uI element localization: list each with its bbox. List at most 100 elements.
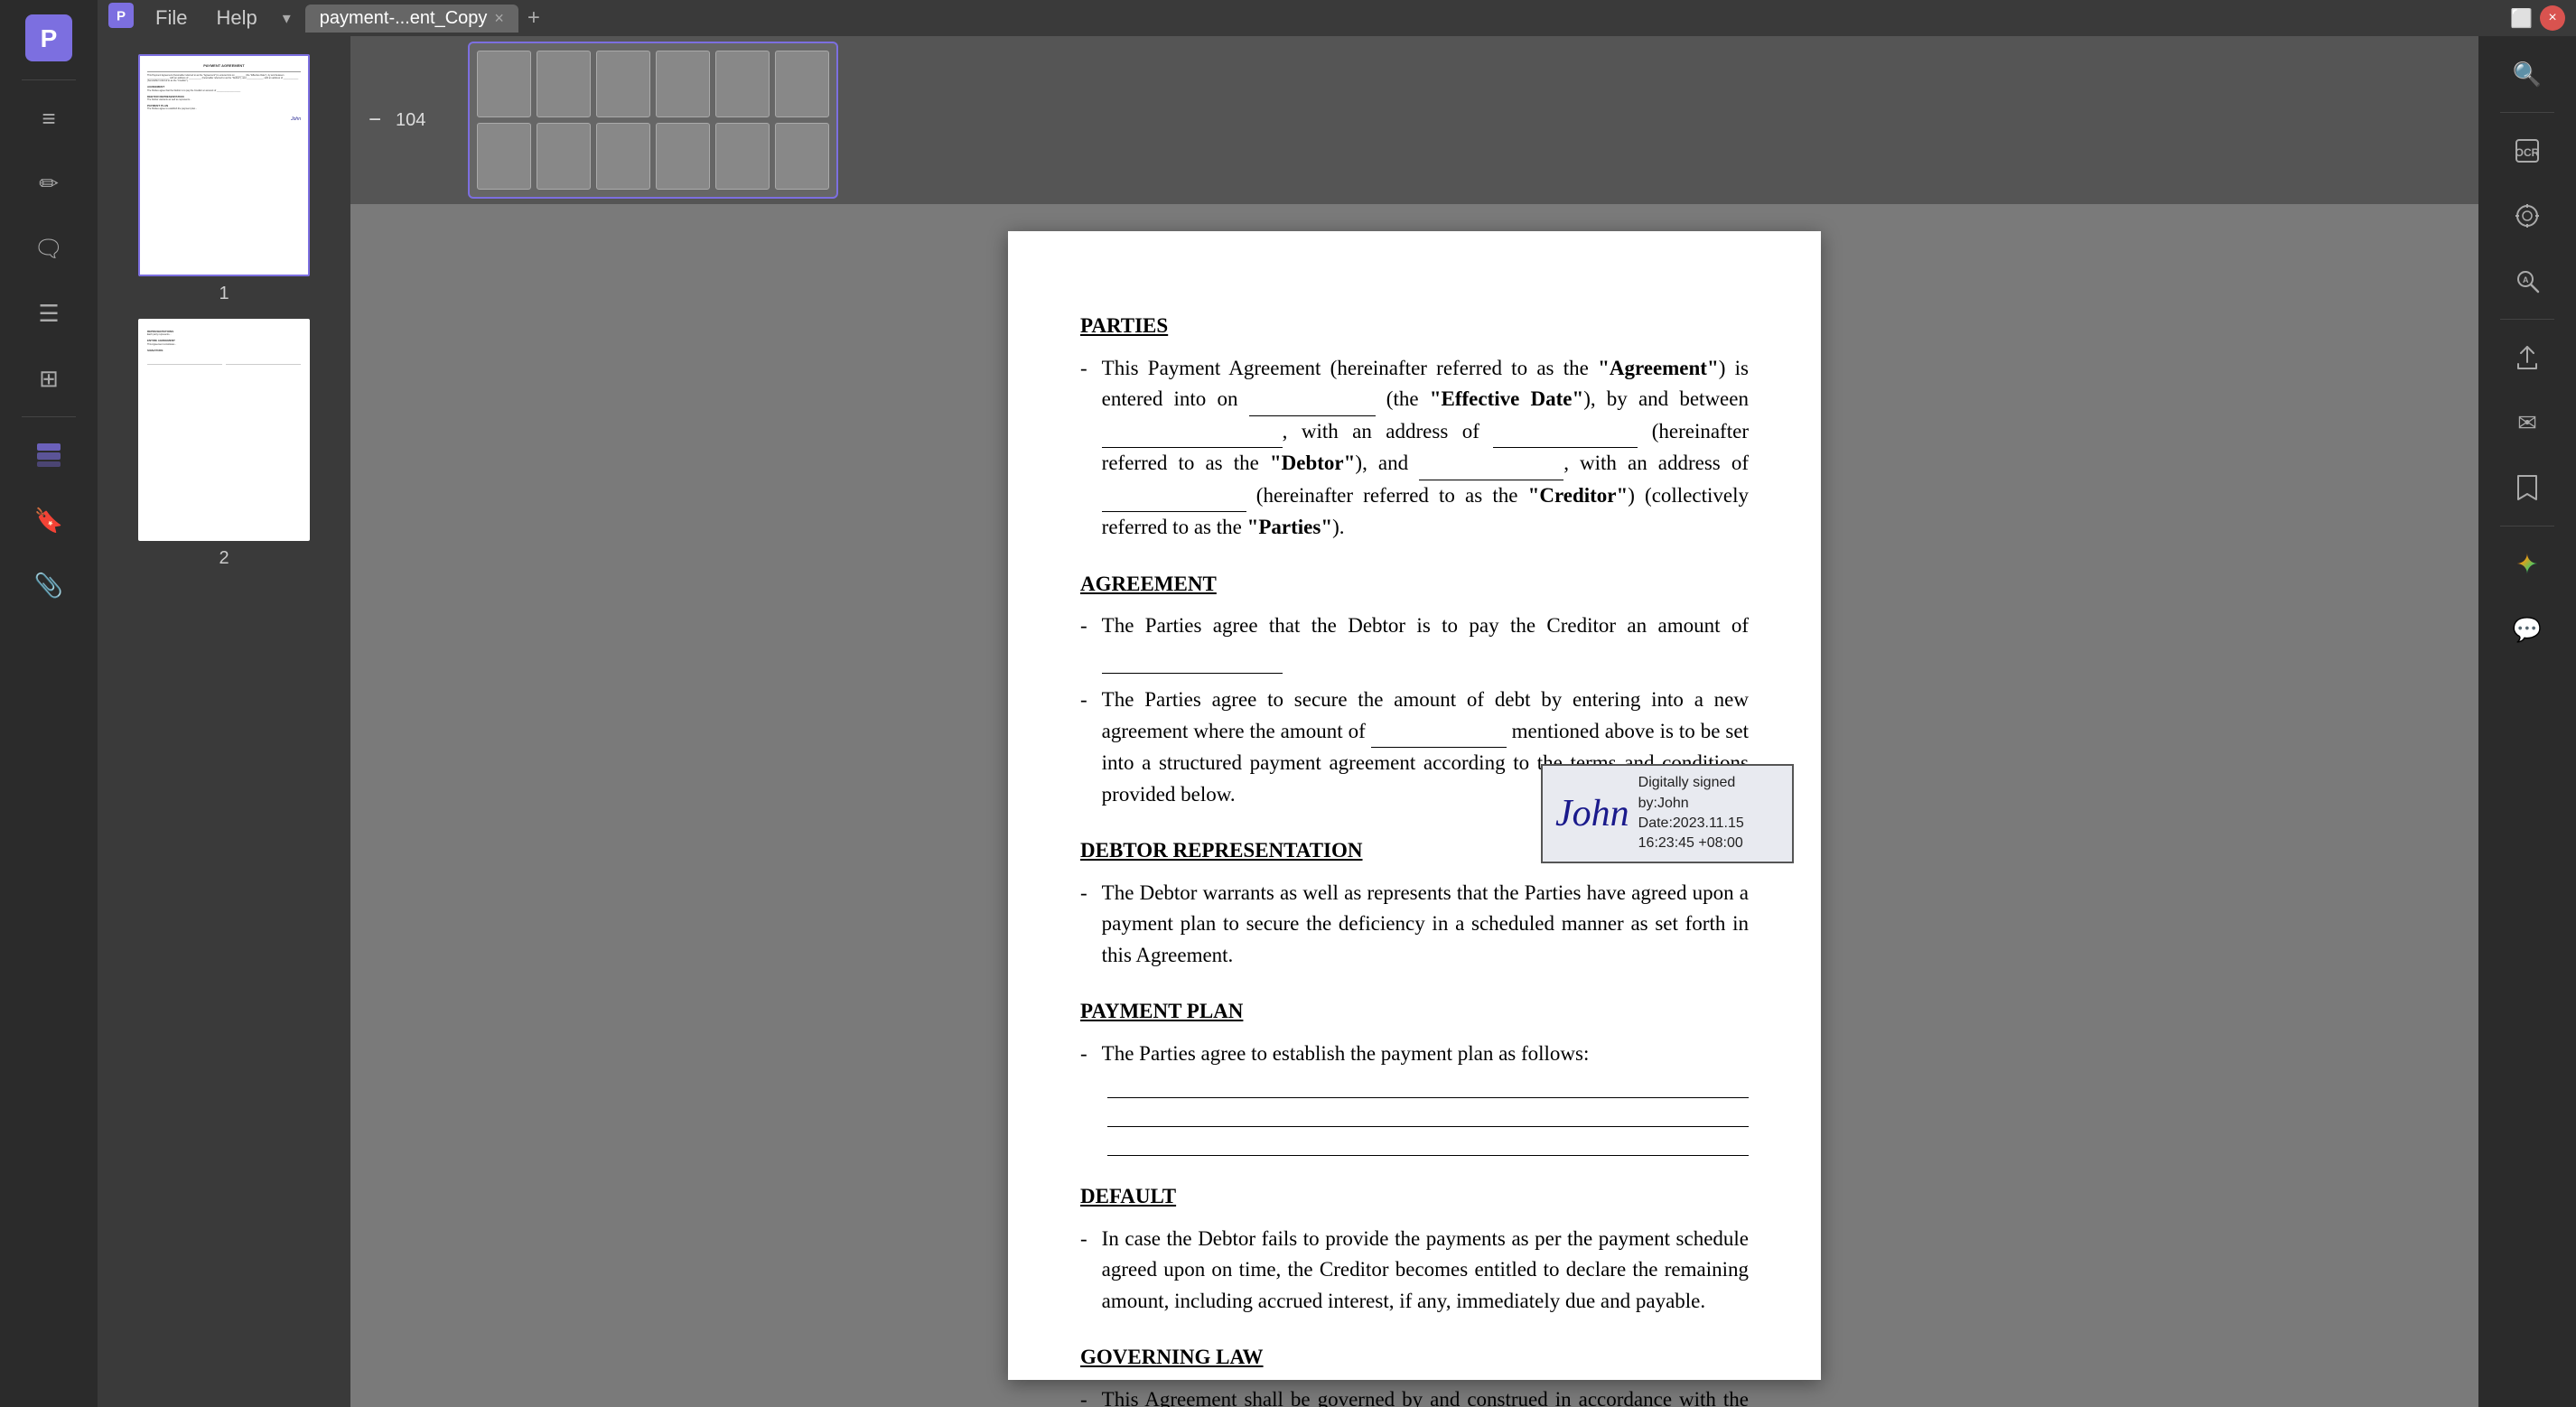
window-controls: ⬜ × [2510, 5, 2565, 31]
amount-blank [1102, 642, 1283, 675]
sig-time: 16:23:45 +08:00 [1638, 834, 1779, 853]
payment-line-2 [1107, 1109, 1749, 1127]
save-bookmark-icon[interactable] [2497, 457, 2558, 518]
creditor-name-blank [1419, 448, 1563, 480]
pages-icon[interactable]: ≡ [18, 88, 79, 149]
agreement-bold: "Agreement" [1598, 357, 1719, 379]
governing-law-p1: - This Agreement shall be governed by an… [1080, 1384, 1749, 1407]
debtor-bold: "Debtor" [1270, 452, 1356, 474]
parties-bold: "Parties" [1247, 516, 1333, 538]
paperclip-icon[interactable]: 📎 [18, 554, 79, 616]
zoom-out-button[interactable]: − [365, 104, 385, 136]
thumbnail-label-1: 1 [219, 284, 229, 304]
debtor-rep-p1: - The Debtor warrants as well as represe… [1080, 878, 1749, 972]
img-cell-2[interactable] [477, 123, 531, 190]
thumbnail-page-1[interactable]: PAYMENT AGREEMENT This Payment Agreement… [138, 54, 310, 304]
debt-amount-blank [1371, 716, 1507, 749]
layers-icon[interactable] [18, 424, 79, 486]
help-menu[interactable]: Help [205, 3, 267, 33]
img-cell-4[interactable] [537, 123, 591, 190]
img-cell-9[interactable] [715, 51, 770, 117]
effective-date-blank [1249, 384, 1376, 416]
payment-line-1 [1107, 1080, 1749, 1098]
file-menu[interactable]: File [145, 3, 198, 33]
document-viewer: − 104 [350, 36, 2478, 1407]
left-sidebar: P ≡ ✏ 🗨 ☰ ⊞ 🔖 📎 [0, 0, 98, 1407]
sig-signed-by: Digitally signed by:John [1638, 773, 1779, 814]
parties-paragraph: - This Payment Agreement (hereinafter re… [1080, 353, 1749, 544]
active-tab[interactable]: payment-...ent_Copy × [305, 5, 518, 33]
thumbnail-label-2: 2 [219, 548, 229, 569]
signature-name: John [1555, 786, 1629, 843]
right-sidebar-divider-2 [2500, 319, 2554, 320]
debtor-address-blank [1493, 416, 1638, 449]
svg-text:OCR: OCR [2515, 146, 2540, 159]
img-cell-11[interactable] [775, 51, 829, 117]
find-replace-icon[interactable]: A [2497, 250, 2558, 312]
document-page-container: PARTIES - This Payment Agreement (herein… [350, 204, 2478, 1407]
scan-icon[interactable] [2497, 185, 2558, 247]
tab-dropdown-arrow[interactable]: ▾ [283, 9, 291, 28]
window-close-button[interactable]: × [2540, 5, 2565, 31]
payment-line-3 [1107, 1138, 1749, 1156]
speech-bubble-icon[interactable]: 💬 [2497, 599, 2558, 660]
image-selector-grid[interactable] [468, 42, 838, 199]
img-cell-8[interactable] [656, 123, 710, 190]
email-icon[interactable]: ✉ [2497, 392, 2558, 453]
creditor-address-blank [1102, 480, 1246, 513]
tab-label: payment-...ent_Copy [320, 8, 488, 29]
thumbnail-image-1: PAYMENT AGREEMENT This Payment Agreement… [138, 54, 310, 276]
default-heading: DEFAULT [1080, 1181, 1749, 1213]
colorful-apps-icon[interactable]: ✦ [2497, 534, 2558, 595]
debtor-name-blank [1102, 416, 1283, 449]
share-upload-icon[interactable] [2497, 327, 2558, 388]
document-toolbar: − 104 [350, 36, 2478, 204]
svg-text:P: P [41, 24, 58, 52]
app-logo: P [18, 7, 79, 69]
img-cell-1[interactable] [477, 51, 531, 117]
img-cell-5[interactable] [596, 51, 650, 117]
img-cell-10[interactable] [715, 123, 770, 190]
sidebar-divider-mid [22, 416, 76, 417]
comment-bubble-icon[interactable]: 🗨 [18, 218, 79, 279]
main-area: PAYMENT AGREEMENT This Payment Agreement… [98, 36, 2576, 1407]
grid-view-icon[interactable]: ⊞ [18, 348, 79, 409]
default-p1: - In case the Debtor fails to provide th… [1080, 1224, 1749, 1318]
app-menu-logo: P [108, 3, 134, 33]
digital-signature-box: John Digitally signed by:John Date:2023.… [1541, 764, 1794, 863]
title-bar: P File Help ▾ payment-...ent_Copy × + ⬜ … [98, 0, 2576, 36]
bookmark-icon[interactable]: 🔖 [18, 489, 79, 551]
effective-date-bold: "Effective Date" [1430, 387, 1584, 410]
sig-date: Date:2023.11.15 [1638, 814, 1779, 834]
document-page: PARTIES - This Payment Agreement (herein… [1008, 231, 1821, 1380]
right-sidebar: 🔍 OCR A [2478, 36, 2576, 1407]
payment-plan-lines [1107, 1080, 1749, 1156]
agreement-p1: - The Parties agree that the Debtor is t… [1080, 610, 1749, 674]
img-cell-6[interactable] [596, 123, 650, 190]
search-icon[interactable]: 🔍 [2497, 43, 2558, 105]
payment-plan-p1: - The Parties agree to establish the pay… [1080, 1039, 1749, 1070]
governing-law-heading: GOVERNING LAW [1080, 1342, 1749, 1374]
tab-close-button[interactable]: × [494, 9, 504, 28]
new-tab-button[interactable]: + [520, 2, 547, 34]
img-cell-7[interactable] [656, 51, 710, 117]
agreement-heading: AGREEMENT [1080, 569, 1749, 601]
zoom-level-display: 104 [396, 110, 450, 131]
list-view-icon[interactable]: ☰ [18, 283, 79, 344]
thumbnail-page-2[interactable]: REPRESENTATIONS Each party represents...… [138, 319, 310, 569]
tab-bar: payment-...ent_Copy × + [305, 2, 547, 34]
thumbnails-panel: PAYMENT AGREEMENT This Payment Agreement… [98, 36, 350, 1407]
parties-heading: PARTIES [1080, 311, 1749, 342]
thumbnail-image-2: REPRESENTATIONS Each party represents...… [138, 319, 310, 541]
edit-pencil-icon[interactable]: ✏ [18, 153, 79, 214]
ocr-icon[interactable]: OCR [2497, 120, 2558, 182]
img-cell-12[interactable] [775, 123, 829, 190]
right-sidebar-divider-1 [2500, 112, 2554, 113]
img-cell-3[interactable] [537, 51, 591, 117]
window-expand-icon[interactable]: ⬜ [2510, 7, 2533, 30]
signature-details: Digitally signed by:John Date:2023.11.15… [1638, 773, 1779, 854]
svg-text:P: P [117, 8, 126, 23]
creditor-bold: "Creditor" [1528, 484, 1629, 507]
payment-plan-heading: PAYMENT PLAN [1080, 996, 1749, 1028]
sidebar-divider-top [22, 79, 76, 80]
